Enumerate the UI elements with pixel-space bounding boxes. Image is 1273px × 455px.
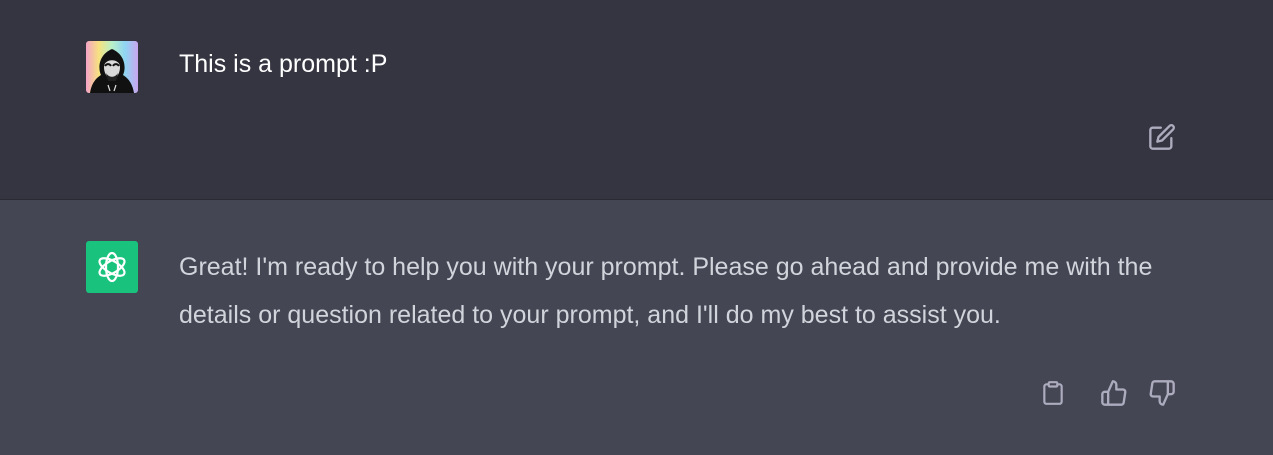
hooded-user-avatar-icon: [86, 41, 138, 93]
thumbs-down-icon: [1149, 380, 1175, 406]
thumbs-up-button[interactable]: [1099, 378, 1129, 408]
copy-icon: [1043, 381, 1063, 405]
thumbs-up-icon: [1101, 380, 1127, 406]
assistant-message-row: Great! I'm ready to help you with your p…: [0, 200, 1273, 455]
openai-logo-icon: [98, 251, 126, 283]
user-message-row: This is a prompt :P: [0, 0, 1273, 200]
assistant-message-text: Great! I'm ready to help you with your p…: [179, 253, 1153, 329]
user-avatar: [86, 41, 138, 93]
edit-icon: [1149, 124, 1175, 150]
copy-button[interactable]: [1038, 378, 1068, 408]
assistant-avatar: [86, 241, 138, 293]
edit-button[interactable]: [1147, 122, 1177, 152]
user-message-text: This is a prompt :P: [179, 50, 388, 78]
thumbs-down-button[interactable]: [1147, 378, 1177, 408]
